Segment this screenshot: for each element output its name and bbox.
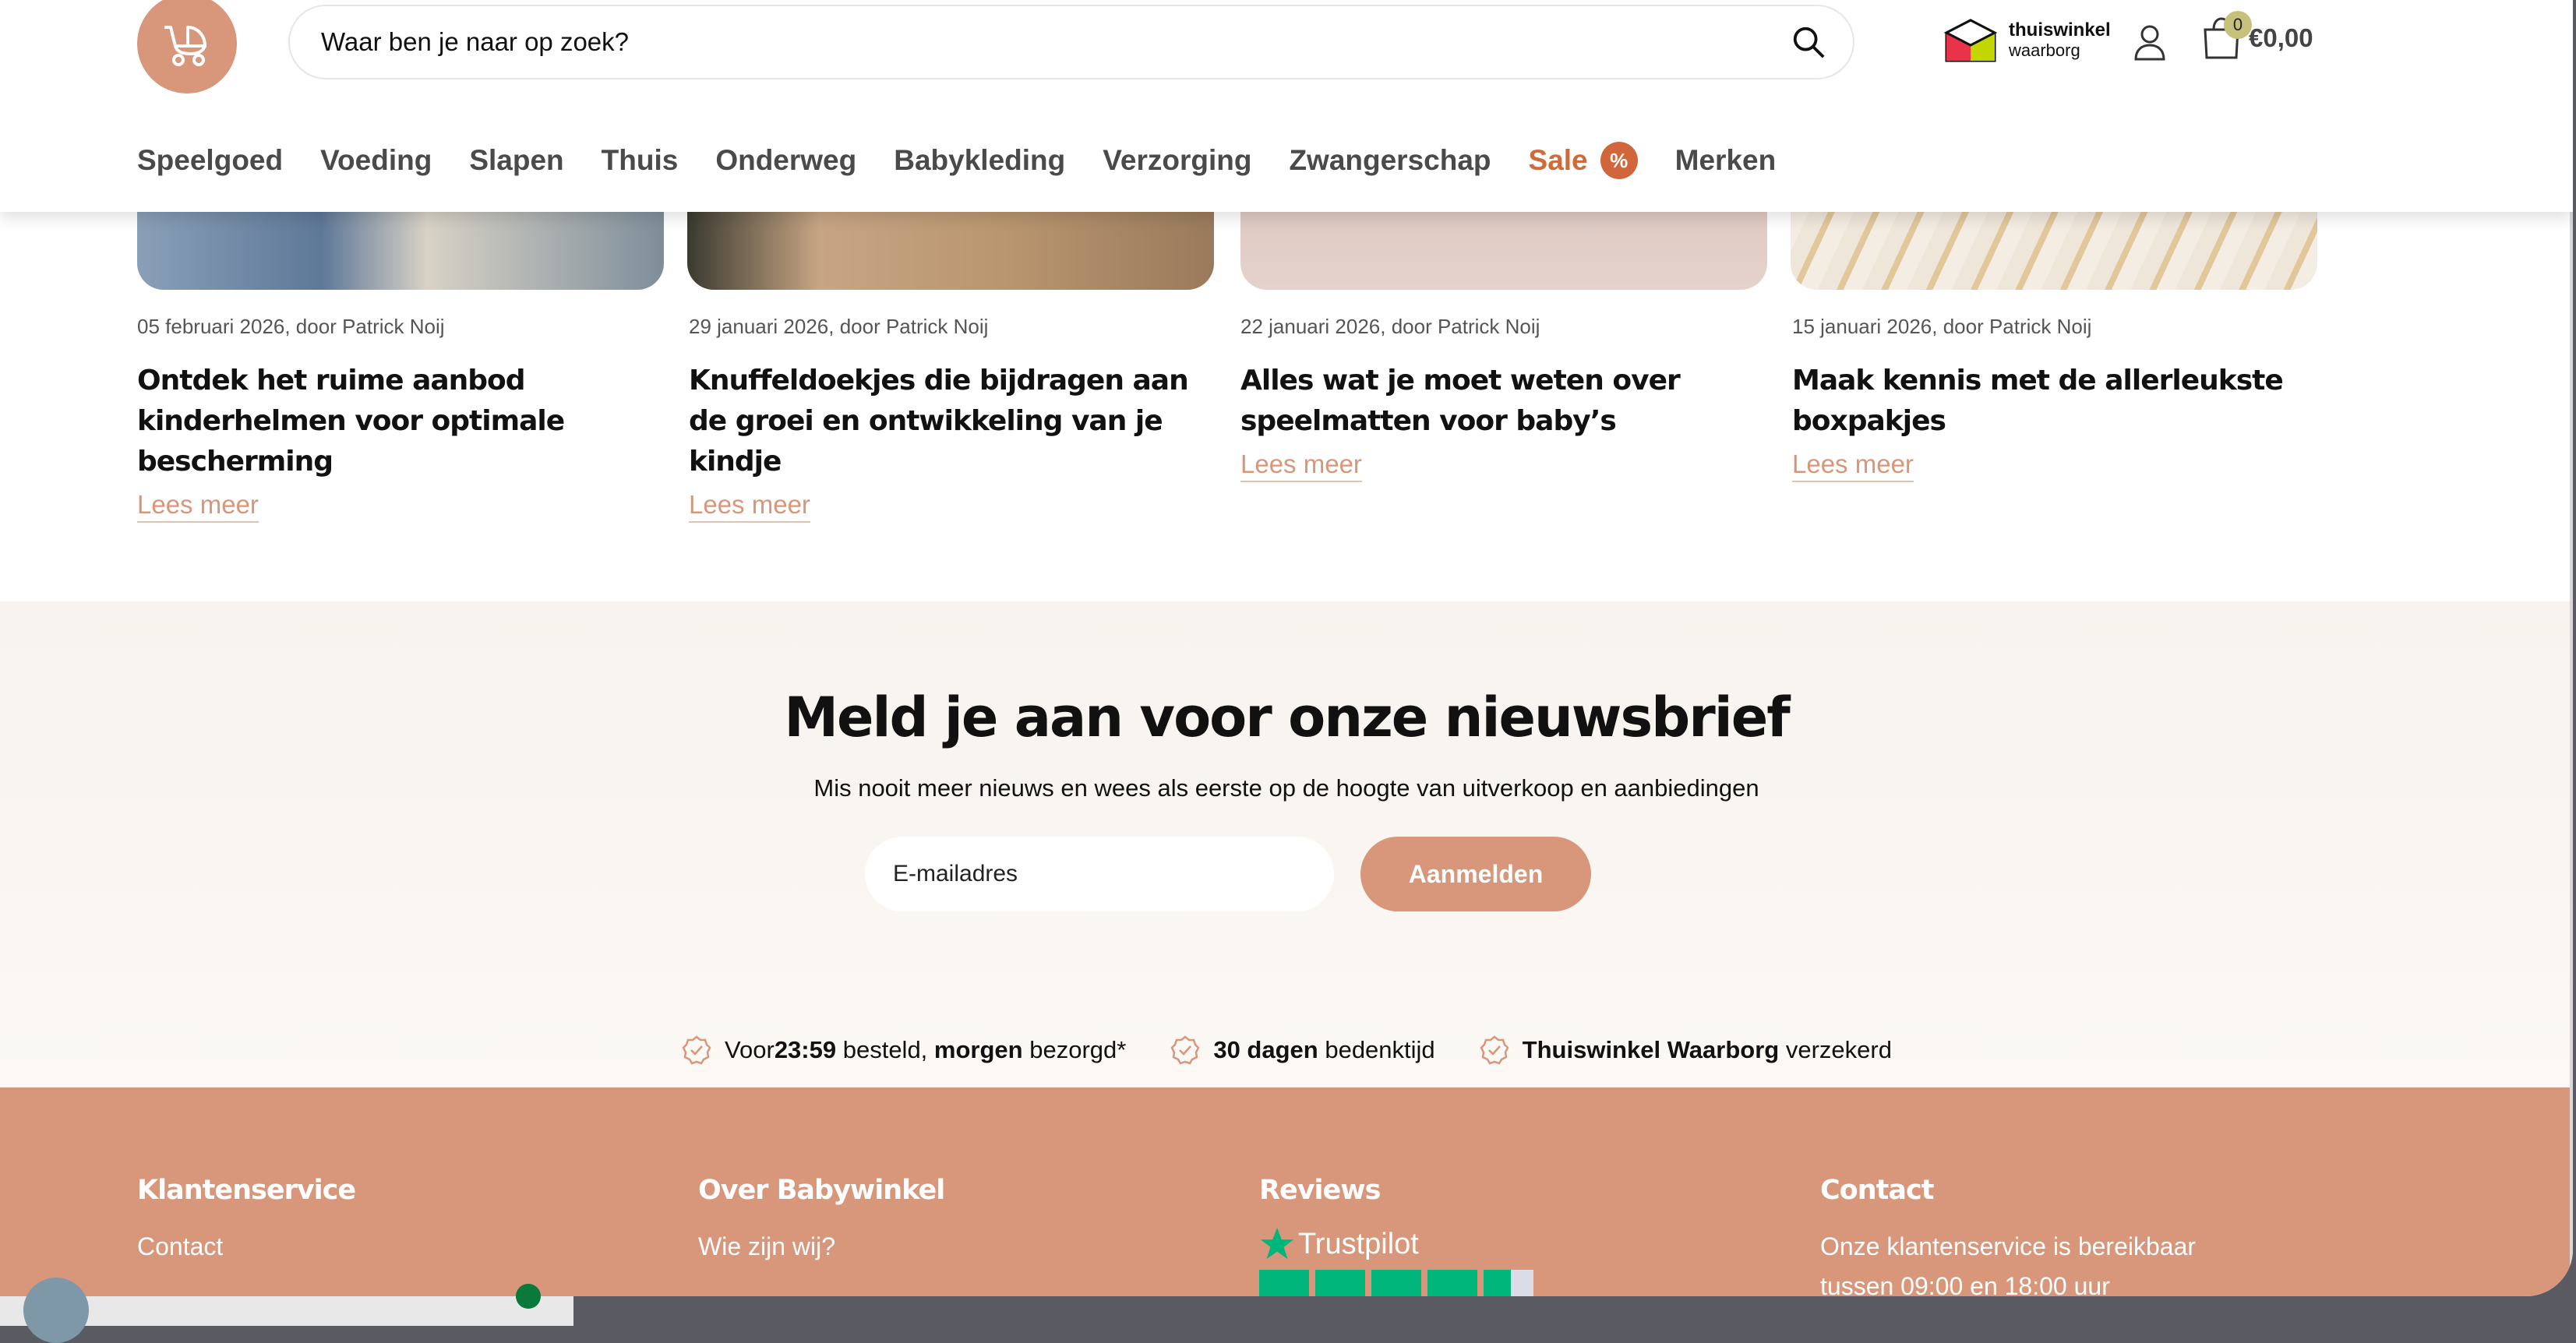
badge-check-icon (1480, 1035, 1509, 1065)
footer-col-reviews: Reviews Trustpilot (1259, 1175, 1540, 1296)
footer-heading: Contact (1820, 1175, 1934, 1206)
trustpilot-logo[interactable]: Trustpilot (1259, 1226, 1540, 1262)
footer-col-customer-service: Klantenservice Contact (137, 1175, 356, 1261)
blog-meta: 15 januari 2026, door Patrick Noij (1792, 315, 2092, 338)
star-box (1484, 1270, 1533, 1296)
star-box (1315, 1270, 1365, 1296)
sale-percent-badge: % (1600, 142, 1638, 179)
usp-text: Voor (725, 1036, 775, 1063)
trustpilot-stars (1259, 1270, 1540, 1296)
thuiswinkel-line1: thuiswinkel (2009, 19, 2111, 41)
usp-text: bezorgd* (1022, 1036, 1127, 1063)
read-more-link[interactable]: Lees meer (1240, 449, 1362, 482)
blog-card: 05 februari 2026, door Patrick Noij Ontd… (137, 315, 664, 523)
footer-link-about[interactable]: Wie zijn wij? (698, 1232, 944, 1261)
thuiswinkel-text: thuiswinkel waarborg (2009, 20, 2111, 61)
footer-heading: Over Babywinkel (698, 1175, 945, 1206)
site-header: Waar ben je naar op zoek? thuiswinkel wa… (0, 0, 2573, 212)
nav-item-merken[interactable]: Merken (1675, 144, 1777, 177)
nav-item-voeding[interactable]: Voeding (320, 144, 432, 177)
blog-title[interactable]: Knuffeldoekjes die bijdragen aan de groe… (689, 361, 1216, 482)
usp-text: bedenktijd (1318, 1036, 1435, 1063)
usp-bar: Voor 23:59 besteld, morgen bezorgd* 30 d… (0, 1035, 2573, 1066)
trustpilot-label: Trustpilot (1298, 1227, 1419, 1260)
star-icon (1260, 1227, 1294, 1260)
footer-heading: Reviews (1259, 1175, 1381, 1206)
star-box (1371, 1270, 1421, 1296)
newsletter-section: Meld je aan voor onze nieuwsbrief Mis no… (0, 601, 2573, 1087)
main-nav: Speelgoed Voeding Slapen Thuis Onderweg … (137, 142, 1813, 179)
usp-strong: 30 dagen (1213, 1036, 1318, 1063)
email-field[interactable]: E-mailadres (865, 837, 1334, 911)
blog-card: 29 januari 2026, door Patrick Noij Knuff… (689, 315, 1216, 523)
badge-check-icon (1170, 1035, 1200, 1065)
nav-item-sale[interactable]: Sale % (1529, 142, 1638, 179)
nav-sale-label: Sale (1528, 144, 1588, 176)
blog-card: 22 januari 2026, door Patrick Noij Alles… (1240, 315, 1767, 482)
footer-heading: Klantenservice (137, 1175, 356, 1206)
nav-item-babykleding[interactable]: Babykleding (894, 144, 1065, 177)
nav-item-slapen[interactable]: Slapen (469, 144, 563, 177)
nav-item-verzorging[interactable]: Verzorging (1103, 144, 1251, 177)
status-dot (516, 1284, 541, 1309)
star-box (1427, 1270, 1477, 1296)
footer-col-contact: Contact Onze klantenservice is bereikbaa… (1820, 1175, 2196, 1296)
badge-check-icon (682, 1035, 711, 1065)
blog-title[interactable]: Alles wat je moet weten over speelmat­te… (1240, 361, 1767, 442)
blog-card: 15 januari 2026, door Patrick Noij Maak … (1792, 315, 2319, 482)
usp-text: verzekerd (1779, 1036, 1892, 1063)
usp-warranty: Thuiswinkel Waarborg verzekerd (1479, 1035, 1892, 1066)
footer-col-about: Over Babywinkel Wie zijn wij? (698, 1175, 945, 1261)
nav-item-speelgoed[interactable]: Speelgoed (137, 144, 283, 177)
user-account-icon[interactable] (2133, 23, 2167, 62)
usp-delivery: Voor 23:59 besteld, morgen bezorgd* (681, 1035, 1126, 1066)
nav-item-onderweg[interactable]: Onderweg (715, 144, 856, 177)
usp-strong: Thuiswinkel Waarborg (1522, 1036, 1780, 1063)
nav-item-thuis[interactable]: Thuis (602, 144, 679, 177)
newsletter-subtitle: Mis nooit meer nieuws en wees als eerste… (813, 774, 1759, 802)
search-icon[interactable] (1791, 24, 1826, 60)
cart-count-badge: 0 (2224, 11, 2252, 39)
site-logo[interactable] (137, 0, 237, 93)
footer-link-contact[interactable]: Contact (137, 1232, 355, 1261)
usp-strong: 23:59 (774, 1036, 837, 1063)
blog-title[interactable]: Ontdek het ruime aanbod kinderhelmen voo… (137, 361, 664, 482)
footer-contact-hours: tussen 09:00 en 18:00 uur (1820, 1272, 2110, 1296)
thuiswinkel-line2: waarborg (2009, 41, 2080, 60)
cart-button[interactable]: 0 €0,00 (2202, 11, 2313, 61)
search-bar[interactable]: Waar ben je naar op zoek? (288, 5, 1854, 79)
subscribe-button[interactable]: Aanmelden (1360, 837, 1591, 911)
chat-bubble[interactable] (23, 1278, 89, 1343)
footer-contact-text: Onze klantenservice is bereikbaar (1820, 1232, 2197, 1260)
stroller-icon (164, 26, 206, 66)
cart-total: €0,00 (2249, 23, 2313, 52)
nav-item-zwangerschap[interactable]: Zwangerschap (1289, 144, 1491, 177)
footer: Klantenservice Contact Over Babywinkel W… (0, 1087, 2573, 1296)
read-more-link[interactable]: Lees meer (137, 490, 259, 523)
shopping-bag-icon: 0 (2202, 11, 2252, 61)
usp-text: besteld, (836, 1036, 934, 1063)
page: 05 februari 2026, door Patrick Noij Ontd… (0, 0, 2573, 1296)
usp-return: 30 dagen bedenktijd (1170, 1035, 1435, 1066)
blog-title[interactable]: Maak kennis met de allerleukste box­pakj… (1792, 361, 2319, 442)
newsletter-title: Meld je aan voor onze nieuwsbrief (784, 686, 1790, 749)
thuiswinkel-badge[interactable]: thuiswinkel waarborg (1943, 17, 2111, 64)
read-more-link[interactable]: Lees meer (689, 490, 810, 523)
usp-strong: morgen (933, 1036, 1023, 1063)
search-input[interactable]: Waar ben je naar op zoek? (321, 27, 1791, 57)
blog-meta: 29 januari 2026, door Patrick Noij (689, 315, 989, 338)
read-more-link[interactable]: Lees meer (1792, 449, 1914, 482)
blog-meta: 05 februari 2026, door Patrick Noij (137, 315, 445, 338)
blog-meta: 22 januari 2026, door Patrick Noij (1240, 315, 1540, 338)
thuiswinkel-logo-icon (1943, 19, 1998, 62)
star-box (1259, 1270, 1309, 1296)
